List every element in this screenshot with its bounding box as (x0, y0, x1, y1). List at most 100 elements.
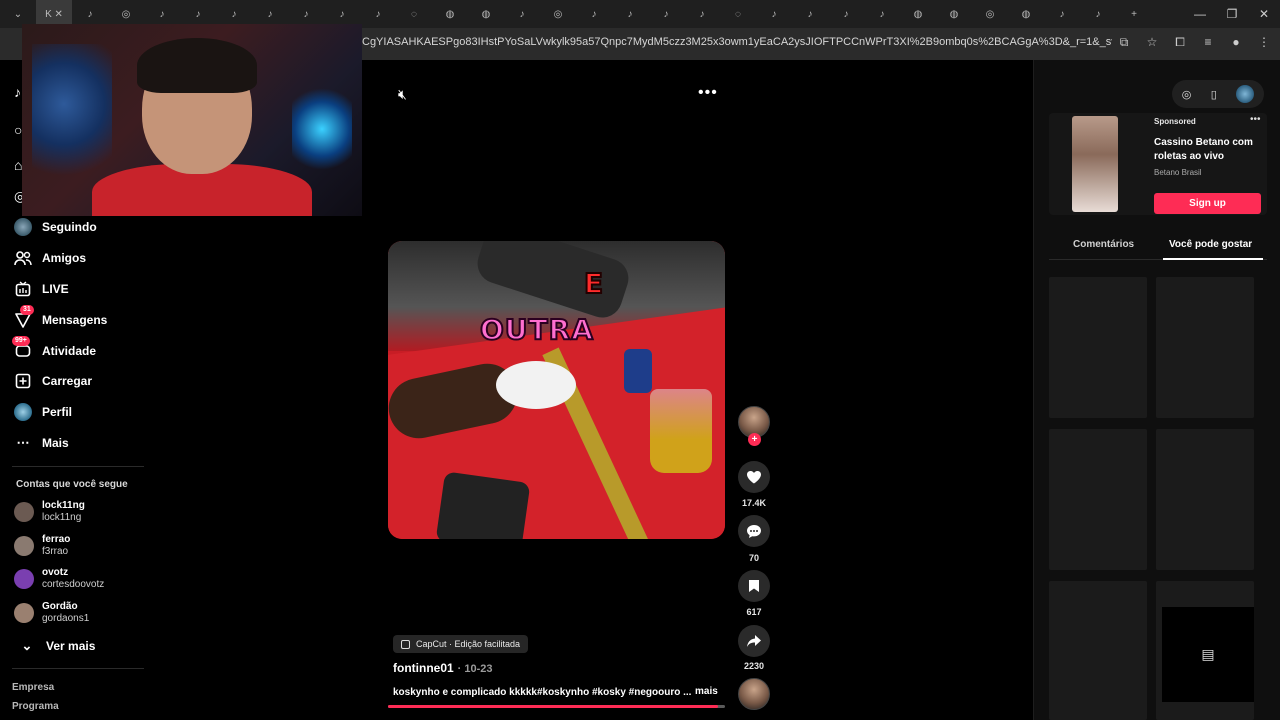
browser-tab[interactable]: ♪ (648, 0, 684, 28)
sidebar-item-live[interactable]: LIVE (14, 280, 69, 298)
account-name: Gordão (42, 601, 78, 612)
floating-menu-icon[interactable]: ▤ (1162, 607, 1254, 702)
follow-plus-icon[interactable]: + (748, 433, 761, 446)
recommended-video-tile[interactable] (1156, 429, 1254, 570)
browser-tab[interactable]: ◍ (900, 0, 936, 28)
recommended-video-tile[interactable] (1049, 429, 1147, 570)
browser-tab[interactable]: ◎ (540, 0, 576, 28)
share-icon (747, 635, 761, 647)
reading-list-icon[interactable]: ≡ (1200, 34, 1216, 50)
sidebar-item-following[interactable]: Seguindo (14, 218, 97, 236)
save-button[interactable] (738, 570, 770, 602)
user-avatar[interactable] (1236, 85, 1255, 103)
sidebar-item-label: Perfil (42, 405, 73, 419)
browser-tab[interactable]: ♪ (684, 0, 720, 28)
capcut-icon (401, 639, 410, 649)
next-video-creator-avatar[interactable] (738, 678, 770, 710)
account-name: lock11ng (42, 500, 85, 511)
browser-tab[interactable]: ◍ (468, 0, 504, 28)
sidebar-item-friends[interactable]: Amigos (14, 249, 86, 267)
browser-tab[interactable]: ♪ (1080, 0, 1116, 28)
browser-menu-icon[interactable]: ⋮ (1256, 34, 1272, 50)
bookmark-star-icon[interactable]: ☆ (1144, 34, 1160, 50)
browser-tab[interactable]: ♪ (612, 0, 648, 28)
video-more-options-icon[interactable]: ••• (698, 84, 718, 102)
author-name[interactable]: fontinne01 (393, 661, 454, 675)
install-app-icon[interactable]: ⧉ (1116, 34, 1132, 50)
like-button[interactable] (738, 461, 770, 493)
mute-toggle-icon[interactable]: 🔇︎ (398, 86, 407, 103)
browser-tab[interactable]: ♪ (576, 0, 612, 28)
recommended-video-tile[interactable] (1049, 277, 1147, 418)
video-progress-bar[interactable] (388, 705, 725, 708)
account-username: lock11ng (42, 512, 82, 523)
video-author-line[interactable]: fontinne01 · 10-23 (393, 661, 493, 675)
sidebar-item-activity[interactable]: 99+ Atividade (12, 336, 96, 360)
followed-account[interactable]: ferrao f3rrao (14, 534, 70, 558)
tab-comments[interactable]: Comentários (1073, 239, 1134, 250)
browser-tab[interactable]: ◍ (1008, 0, 1044, 28)
account-name: ovotz (42, 567, 69, 578)
live-icon (14, 280, 32, 298)
share-button[interactable] (738, 625, 770, 657)
ad-signup-button[interactable]: Sign up (1154, 193, 1261, 214)
browser-tab[interactable]: ◍ (936, 0, 972, 28)
browser-tab[interactable]: ♪ (756, 0, 792, 28)
description-more-button[interactable]: mais (695, 686, 718, 697)
footer-link-company[interactable]: Empresa (12, 682, 54, 693)
friends-icon (14, 249, 32, 267)
messages-icon: 31 (14, 305, 34, 329)
browser-tab[interactable]: ♪ (1044, 0, 1080, 28)
sidebar-item-messages[interactable]: 31 Mensagens (14, 305, 108, 329)
url-text[interactable]: CgYIASAHKAESPgo83IHstPYoSaLVwkylk95a57Qn… (362, 36, 1112, 48)
browser-tab[interactable]: ♪ (864, 0, 900, 28)
minimize-button[interactable]: — (1184, 0, 1216, 28)
capcut-anchor-pill[interactable]: CapCut · Edição facilitada (393, 635, 529, 653)
avatar (14, 603, 34, 623)
sidebar-item-upload[interactable]: Carregar (14, 372, 92, 390)
account-username: cortesdoovotz (42, 579, 105, 590)
browser-tab[interactable]: ◎ (972, 0, 1008, 28)
video-caption-overlay: E (583, 266, 604, 301)
browser-tab[interactable]: ♪ (504, 0, 540, 28)
browser-tab[interactable]: ◌ (396, 0, 432, 28)
sidebar-item-label: Mensagens (42, 313, 108, 327)
sidebar-item-label: Mais (42, 436, 69, 450)
sidebar-item-profile[interactable]: Perfil (14, 403, 72, 421)
video-player[interactable]: E OUTRA (388, 241, 725, 539)
tiktok-logo-icon[interactable]: ♪ (14, 84, 21, 100)
account-username: f3rrao (42, 546, 69, 557)
comment-count: 70 (748, 553, 759, 563)
comment-button[interactable] (738, 515, 770, 547)
see-more-button[interactable]: ⌄ Ver mais (18, 637, 96, 655)
tab-you-may-like[interactable]: Você pode gostar (1169, 239, 1252, 250)
device-icon[interactable]: ▯ (1211, 88, 1217, 101)
followed-account[interactable]: Gordão gordaons1 (14, 601, 89, 625)
footer-link-program[interactable]: Programa (12, 701, 59, 712)
browser-tab[interactable]: ◌ (720, 0, 756, 28)
ad-options-icon[interactable]: ••• (1250, 114, 1261, 125)
new-tab-button[interactable]: + (1116, 0, 1152, 28)
ad-thumbnail[interactable] (1072, 116, 1118, 212)
extensions-icon[interactable]: ⧠ (1172, 34, 1188, 50)
neon-lights (292, 84, 352, 174)
maximize-button[interactable]: ❐ (1216, 0, 1248, 28)
followed-account[interactable]: lock11ng lock11ng (14, 500, 85, 524)
browser-tab[interactable]: ♪ (828, 0, 864, 28)
right-panel-tabs: Comentários Você pode gostar (1049, 234, 1267, 260)
profile-avatar-icon[interactable]: ● (1228, 34, 1244, 50)
browser-tab[interactable]: ◍ (432, 0, 468, 28)
browser-tab[interactable]: ♪ (792, 0, 828, 28)
active-tab-indicator (1163, 258, 1263, 260)
christmas-tree (32, 44, 112, 194)
browser-tab[interactable]: ♪ (360, 0, 396, 28)
compass-icon[interactable]: ◎ (1182, 88, 1192, 101)
sidebar-item-label: Amigos (42, 251, 87, 265)
ad-title: Cassino Betano com roletas ao vivo (1154, 137, 1253, 162)
recommended-video-tile[interactable] (1156, 277, 1254, 418)
video-caption-overlay: OUTRA (479, 312, 594, 347)
sidebar-item-more[interactable]: ⋯ Mais (14, 434, 69, 452)
close-window-button[interactable]: ✕ (1248, 0, 1280, 28)
recommended-video-tile[interactable] (1049, 581, 1147, 720)
followed-account[interactable]: ovotz cortesdoovotz (14, 567, 104, 591)
